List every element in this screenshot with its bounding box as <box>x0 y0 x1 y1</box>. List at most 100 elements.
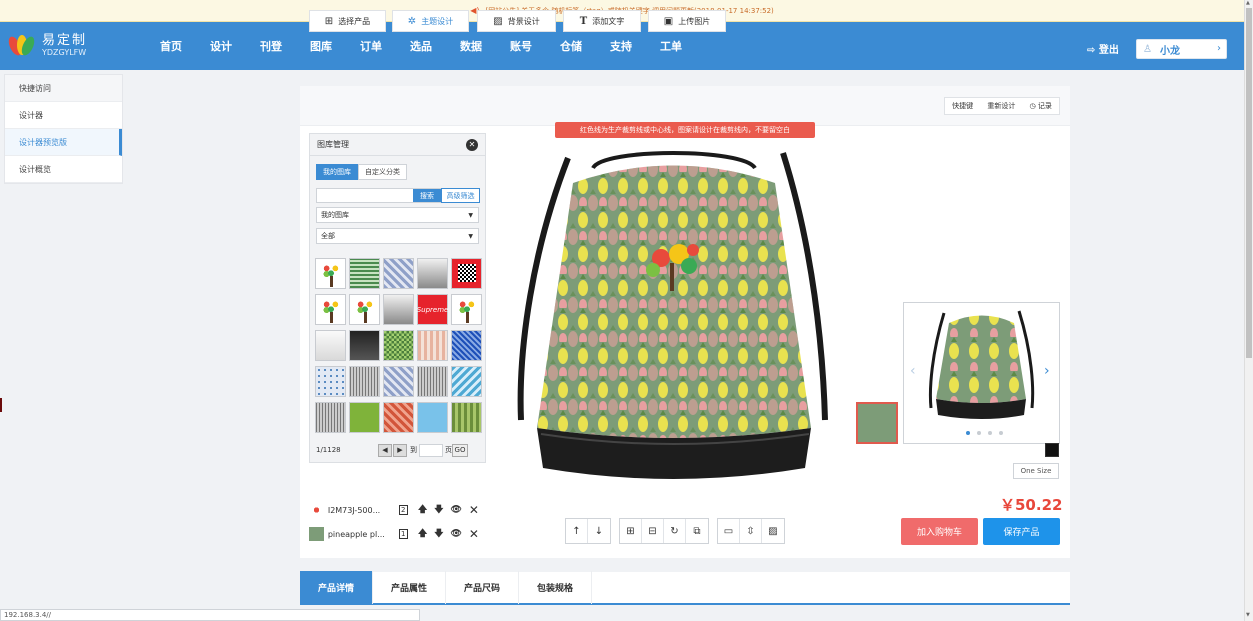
library-thumbnail[interactable] <box>451 402 482 433</box>
next-page-button[interactable]: ▶ <box>393 443 407 457</box>
tab-product-details[interactable]: 产品详情 <box>300 571 374 604</box>
add-text-button[interactable]: T 添加文字 <box>563 10 641 32</box>
logout-button[interactable]: ⇨ 登出 <box>1087 41 1119 56</box>
tab-custom-category[interactable]: 自定义分类 <box>358 164 407 180</box>
copy-icon[interactable]: ⧉ <box>686 519 708 543</box>
library-thumbnail[interactable]: Supreme <box>417 294 448 325</box>
nav-data[interactable]: 数据 <box>460 38 482 54</box>
sidebar-item-designer-preview[interactable]: 设计器预览版 <box>5 129 122 156</box>
arrow-up-icon[interactable]: ↑ <box>566 519 588 543</box>
carousel-dot[interactable] <box>977 431 981 435</box>
nav-account[interactable]: 账号 <box>510 38 532 54</box>
align-middle-icon[interactable]: ⊟ <box>642 519 664 543</box>
library-thumbnail[interactable] <box>383 366 414 397</box>
logo[interactable]: 易定制 YDZGYLFW <box>6 34 150 58</box>
library-thumbnail[interactable] <box>417 330 448 361</box>
record-button[interactable]: ◷ 记录 <box>1030 101 1052 111</box>
fit-width-icon[interactable]: ▭ <box>718 519 740 543</box>
user-menu[interactable]: ♙ 小龙 › <box>1136 39 1227 59</box>
library-thumbnail[interactable] <box>315 330 346 361</box>
library-thumbnail[interactable] <box>349 366 380 397</box>
color-option-black[interactable] <box>1045 443 1059 457</box>
page-scrollbar[interactable]: ▲ ▼ <box>1244 0 1253 621</box>
library-thumbnail[interactable] <box>315 258 346 289</box>
upload-image-button[interactable]: ▣ 上传图片 <box>648 10 726 32</box>
save-product-button[interactable]: 保存产品 <box>983 518 1060 545</box>
tile-icon[interactable]: ▨ <box>762 519 784 543</box>
carousel-dot[interactable] <box>966 431 970 435</box>
library-thumbnail[interactable] <box>451 258 482 289</box>
nav-products[interactable]: 选品 <box>410 38 432 54</box>
prev-page-button[interactable]: ◀ <box>378 443 392 457</box>
carousel-next-icon[interactable]: › <box>1044 363 1050 379</box>
page-number-input[interactable] <box>419 443 443 457</box>
library-thumbnail[interactable] <box>383 330 414 361</box>
library-search-button[interactable]: 搜索 <box>413 189 441 202</box>
library-thumbnail[interactable] <box>315 366 346 397</box>
library-thumbnail[interactable] <box>349 402 380 433</box>
move-up-icon[interactable]: 🡅 <box>418 526 427 542</box>
go-button[interactable]: GO <box>452 443 468 457</box>
eye-icon[interactable]: 👁 <box>450 529 461 539</box>
arrow-down-icon[interactable]: ↓ <box>588 519 610 543</box>
library-thumbnail[interactable] <box>383 294 414 325</box>
library-select[interactable]: 我的图库 ▼ <box>316 207 479 223</box>
carousel-dot[interactable] <box>988 431 992 435</box>
select-product-button[interactable]: ⊞ 选择产品 <box>309 10 386 32</box>
category-select[interactable]: 全部 ▼ <box>316 228 479 244</box>
scroll-down-icon[interactable]: ▼ <box>1246 612 1250 618</box>
design-canvas[interactable] <box>493 138 851 500</box>
theme-design-button[interactable]: ✲ 主题设计 <box>392 10 469 32</box>
library-thumbnail[interactable] <box>451 366 482 397</box>
nav-home[interactable]: 首页 <box>160 38 182 54</box>
shortcut-button[interactable]: 快捷键 <box>952 101 973 111</box>
layer-row[interactable]: pineapple pl... 1 🡅 🡇 👁 ✕ <box>309 524 486 544</box>
tab-product-attributes[interactable]: 产品属性 <box>373 571 447 604</box>
nav-gallery[interactable]: 图库 <box>310 38 332 54</box>
nav-orders[interactable]: 订单 <box>360 38 382 54</box>
add-to-cart-button[interactable]: 加入购物车 <box>901 518 978 545</box>
move-up-icon[interactable]: 🡅 <box>418 502 427 518</box>
library-thumbnail[interactable] <box>451 294 482 325</box>
nav-warehouse[interactable]: 仓储 <box>560 38 582 54</box>
eye-icon[interactable]: 👁 <box>450 505 461 515</box>
scroll-up-icon[interactable]: ▲ <box>1246 0 1250 6</box>
library-thumbnail[interactable] <box>349 330 380 361</box>
delete-icon[interactable]: ✕ <box>469 527 479 541</box>
advanced-filter-button[interactable]: 高级筛选 <box>441 188 480 203</box>
move-down-icon[interactable]: 🡇 <box>434 526 443 542</box>
library-thumbnail[interactable] <box>417 258 448 289</box>
move-down-icon[interactable]: 🡇 <box>434 502 443 518</box>
library-thumbnail[interactable] <box>383 258 414 289</box>
align-center-icon[interactable]: ⊞ <box>620 519 642 543</box>
library-thumbnail[interactable] <box>349 294 380 325</box>
background-design-button[interactable]: ▨ 背景设计 <box>477 10 556 32</box>
library-thumbnail[interactable] <box>383 402 414 433</box>
rotate-icon[interactable]: ↻ <box>664 519 686 543</box>
pattern-swatch[interactable] <box>856 402 898 444</box>
redesign-button[interactable]: 重新设计 <box>987 101 1015 111</box>
delete-icon[interactable]: ✕ <box>469 503 479 517</box>
library-thumbnail[interactable] <box>315 294 346 325</box>
library-thumbnail[interactable] <box>315 402 346 433</box>
sidebar-item-design-overview[interactable]: 设计概览 <box>5 156 122 183</box>
library-thumbnail[interactable] <box>417 402 448 433</box>
library-thumbnail[interactable] <box>349 258 380 289</box>
layer-row[interactable]: I2M73J-500... 2 🡅 🡇 👁 ✕ <box>309 500 486 520</box>
sidebar-item-designer[interactable]: 设计器 <box>5 102 122 129</box>
carousel-dot[interactable] <box>999 431 1003 435</box>
nav-publish[interactable]: 刊登 <box>260 38 282 54</box>
carousel-prev-icon[interactable]: ‹ <box>910 363 916 379</box>
library-thumbnail[interactable] <box>417 366 448 397</box>
tab-product-sizes[interactable]: 产品尺码 <box>446 571 520 604</box>
tab-my-library[interactable]: 我的图库 <box>316 164 358 180</box>
close-icon[interactable]: ✕ <box>466 138 478 151</box>
library-thumbnail[interactable] <box>451 330 482 361</box>
nav-tickets[interactable]: 工单 <box>660 38 682 54</box>
nav-support[interactable]: 支持 <box>610 38 632 54</box>
fit-height-icon[interactable]: ⇳ <box>740 519 762 543</box>
nav-design[interactable]: 设计 <box>210 38 232 54</box>
size-option[interactable]: One Size <box>1013 463 1059 479</box>
scrollbar-thumb[interactable] <box>1246 8 1252 358</box>
tab-packaging-specs[interactable]: 包装规格 <box>519 571 593 604</box>
